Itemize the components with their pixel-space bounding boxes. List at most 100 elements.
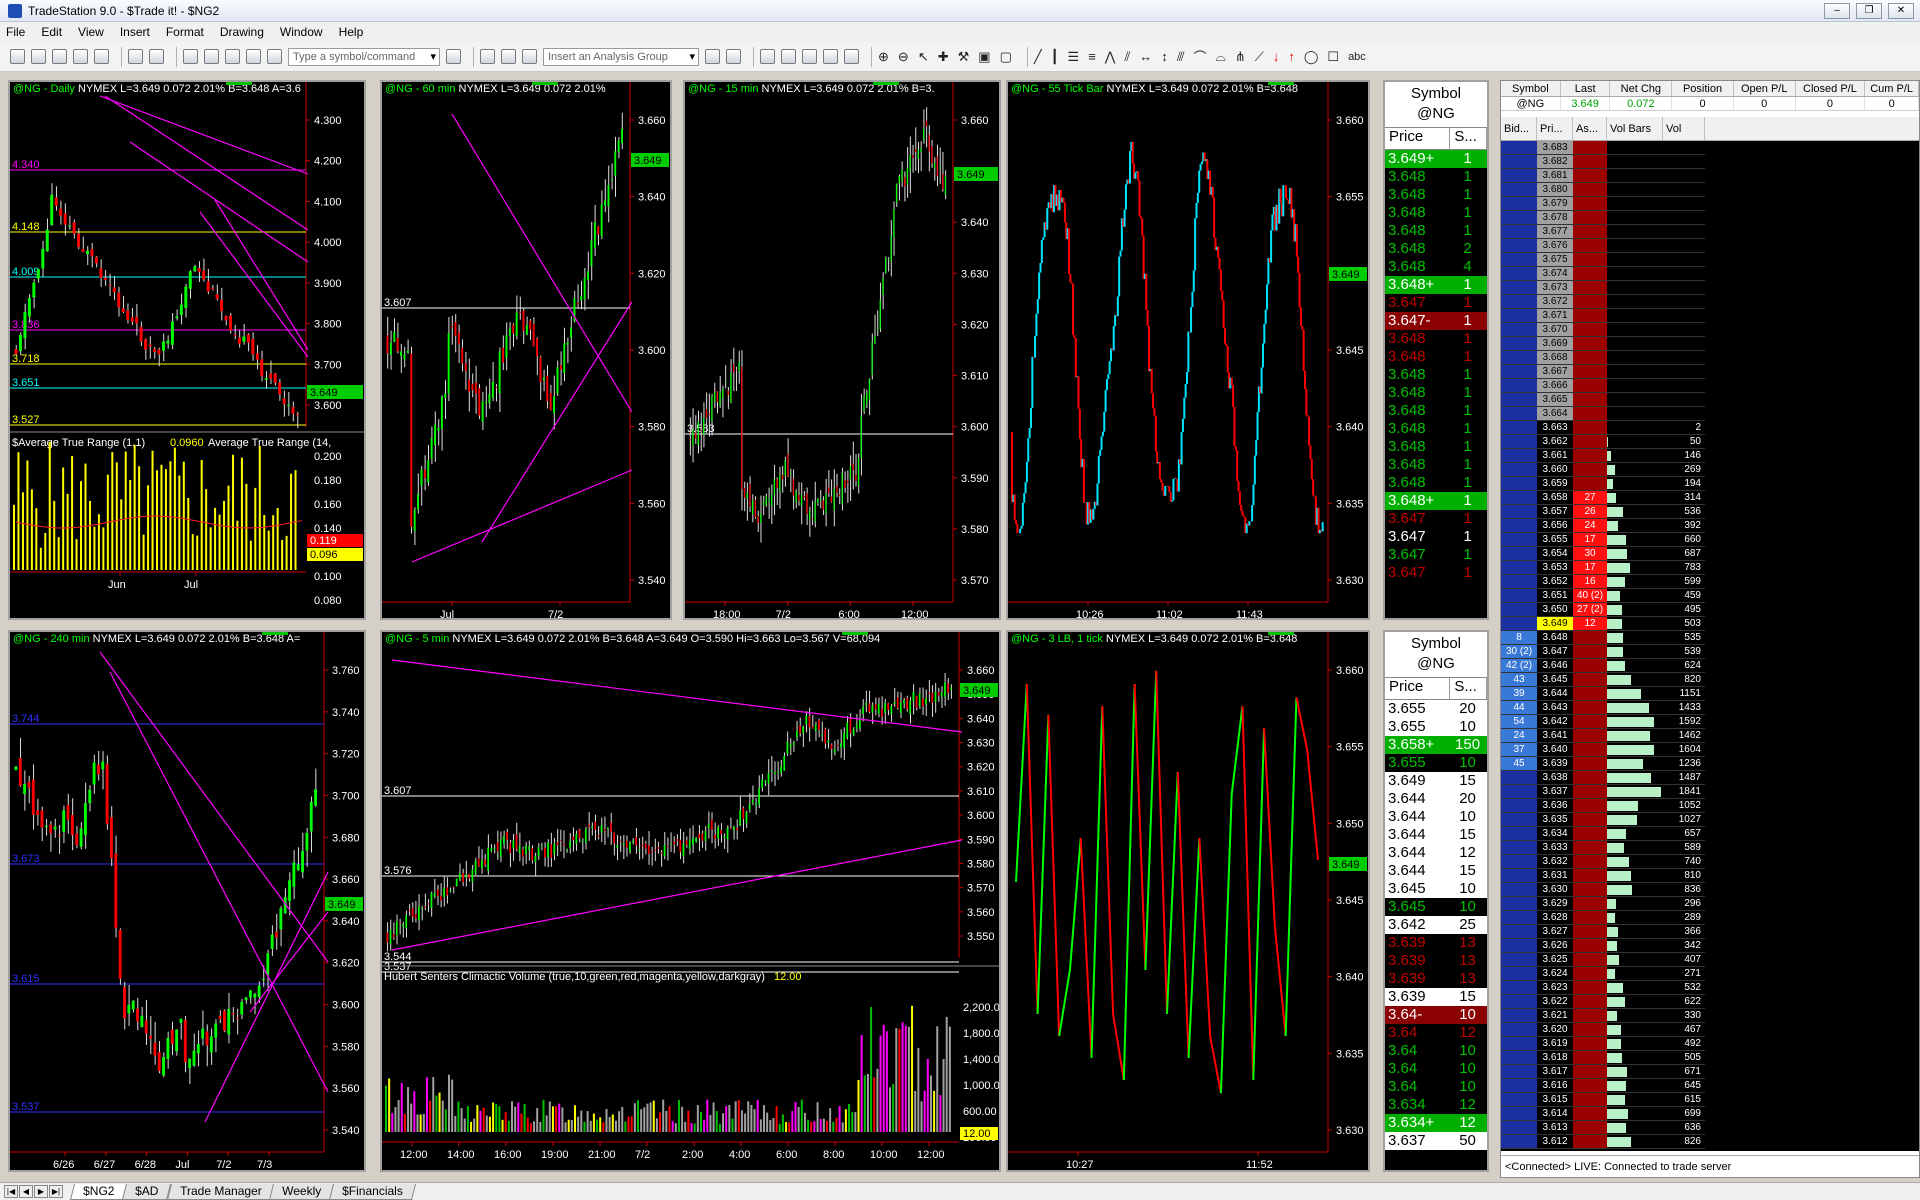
settings-icon[interactable]: [726, 49, 741, 64]
globe-icon[interactable]: [267, 49, 282, 64]
first-tab-button[interactable]: |◀: [4, 1185, 18, 1198]
ts-row[interactable]: 3.647 1: [1385, 510, 1487, 528]
ts-row[interactable]: 3.64 10: [1385, 1078, 1487, 1096]
ladder-row[interactable]: 39 3.644 1151: [1501, 687, 1919, 701]
save-all-icon[interactable]: [73, 49, 88, 64]
ts-row[interactable]: 3.648 1: [1385, 222, 1487, 240]
indicator-icon[interactable]: [760, 49, 775, 64]
bars-icon[interactable]: [501, 49, 516, 64]
menu-file[interactable]: File: [6, 25, 25, 39]
ladder-row[interactable]: 8 3.648 535: [1501, 631, 1919, 645]
ts-symbol[interactable]: @NG: [1385, 104, 1487, 124]
ts-row[interactable]: 3.655 10: [1385, 754, 1487, 772]
ladder-row[interactable]: 3.662 50: [1501, 435, 1919, 449]
ts-row[interactable]: 3.639 13: [1385, 970, 1487, 988]
chart-canvas[interactable]: 3.660 3.640 3.620 3.600 3.580 3.560 3.540 3.649…: [382, 82, 670, 618]
bar-color-icon[interactable]: [844, 49, 859, 64]
ladder-row[interactable]: 43 3.645 820: [1501, 673, 1919, 687]
new-file-icon[interactable]: [10, 49, 25, 64]
ladder-row[interactable]: 45 3.639 1236: [1501, 757, 1919, 771]
tab-financials[interactable]: $Financials: [329, 1183, 417, 1200]
ts-row[interactable]: 3.64 12: [1385, 1024, 1487, 1042]
ladder-row[interactable]: 3.672: [1501, 295, 1919, 309]
ts-row[interactable]: 3.647 1: [1385, 546, 1487, 564]
save-icon[interactable]: [52, 49, 67, 64]
ladder-row[interactable]: 3.615 615: [1501, 1093, 1919, 1107]
ts-row[interactable]: 3.645 10: [1385, 898, 1487, 916]
price-ladder[interactable]: 3.683 3.682 3.681 3.680 3.679 3.678 3.677 3.676…: [1501, 141, 1919, 1151]
trendline[interactable]: [204, 871, 329, 1123]
ladder-row[interactable]: 3.677: [1501, 225, 1919, 239]
ladder-row[interactable]: 3.620 467: [1501, 1023, 1919, 1037]
ts-row[interactable]: 3.642 25: [1385, 916, 1487, 934]
ladder-row[interactable]: 3.655 17 660: [1501, 533, 1919, 547]
ts-row[interactable]: 3.648 1: [1385, 330, 1487, 348]
ts-row[interactable]: 3.634+ 12: [1385, 1114, 1487, 1132]
pitchfork-icon[interactable]: ⋔: [1235, 49, 1246, 65]
ts-row[interactable]: 3.649+ 1: [1385, 150, 1487, 168]
ts-row[interactable]: 3.648 4: [1385, 258, 1487, 276]
horizontal-lines-icon[interactable]: ☰: [1068, 49, 1080, 65]
ts-col-price[interactable]: Price: [1385, 128, 1451, 149]
ladder-row[interactable]: 3.671: [1501, 309, 1919, 323]
ts-row[interactable]: 3.637 50: [1385, 1132, 1487, 1150]
ts-row[interactable]: 3.644 15: [1385, 862, 1487, 880]
trendline[interactable]: [129, 141, 309, 263]
prev-tab-button[interactable]: ◀: [19, 1185, 33, 1198]
search-icon[interactable]: [446, 49, 461, 64]
ladder-row[interactable]: 3.673: [1501, 281, 1919, 295]
horizontal-arrow-icon[interactable]: ↔: [1139, 49, 1152, 64]
ts-row[interactable]: 3.655 10: [1385, 718, 1487, 736]
menu-view[interactable]: View: [78, 25, 104, 39]
ladder-row[interactable]: 3.624 271: [1501, 967, 1919, 981]
chart-55tick[interactable]: @NG - 55 Tick Bar NYMEX L=3.649 0.072 2.…: [1006, 80, 1370, 620]
tab-ng2[interactable]: $NG2: [70, 1183, 128, 1200]
ladder-row[interactable]: 3.636 1052: [1501, 799, 1919, 813]
chart-canvas[interactable]: 3.6603.6553.6503.6453.6403.6353.6303.649…: [1008, 632, 1368, 1170]
ladder-row[interactable]: 3.626 342: [1501, 939, 1919, 953]
ladder-row[interactable]: 3.613 636: [1501, 1121, 1919, 1135]
chart-canvas[interactable]: 3.6603.6503.6403.6303.6203.6103.6003.590…: [685, 82, 999, 618]
ladder-row[interactable]: 3.616 645: [1501, 1079, 1919, 1093]
cycle-icon[interactable]: ⌓: [1216, 49, 1226, 65]
ladder-row[interactable]: 3.638 1487: [1501, 771, 1919, 785]
ladder-row[interactable]: 3.635 1027: [1501, 813, 1919, 827]
channel-icon[interactable]: ≡: [1088, 49, 1096, 64]
ladder-row[interactable]: 3.654 30 687: [1501, 547, 1919, 561]
candle-color-icon[interactable]: [823, 49, 838, 64]
chart-canvas[interactable]: 3.6603.6553.6503.6453.6403.6353.6303.649…: [1008, 82, 1368, 618]
chart-3lb[interactable]: @NG - 3 LB, 1 tick NYMEX L=3.649 0.072 2…: [1006, 630, 1370, 1172]
refresh-icon[interactable]: [705, 49, 720, 64]
ladder-row[interactable]: 3.664: [1501, 407, 1919, 421]
folder-icon[interactable]: [94, 49, 109, 64]
maximize-button[interactable]: ❐: [1856, 3, 1882, 19]
ts-row[interactable]: 3.647 1: [1385, 294, 1487, 312]
open-folder-icon[interactable]: [31, 49, 46, 64]
ts-row[interactable]: 3.64 10: [1385, 1060, 1487, 1078]
trendline[interactable]: [109, 671, 329, 1093]
chart-5min[interactable]: @NG - 5 min NYMEX L=3.649 0.072 2.01% B=…: [380, 630, 1001, 1172]
ladder-row[interactable]: 3.623 532: [1501, 981, 1919, 995]
chart-240min[interactable]: @NG - 240 min NYMEX L=3.649 0.072 2.01% …: [8, 630, 366, 1172]
menu-help[interactable]: Help: [339, 25, 364, 39]
ellipse-icon[interactable]: ◯: [1304, 49, 1319, 65]
ladder-row[interactable]: 3.669: [1501, 337, 1919, 351]
trendline-icon[interactable]: ╱: [1034, 49, 1042, 65]
ladder-row[interactable]: 37 3.640 1604: [1501, 743, 1919, 757]
pointer-icon[interactable]: ↖: [918, 49, 929, 65]
ladder-row[interactable]: 3.614 699: [1501, 1107, 1919, 1121]
lock-icon[interactable]: [225, 49, 240, 64]
ladder-row[interactable]: 3.678: [1501, 211, 1919, 225]
ladder-row[interactable]: 3.622 622: [1501, 995, 1919, 1009]
ts-row[interactable]: 3.648 1: [1385, 456, 1487, 474]
ladder-row[interactable]: 3.681: [1501, 169, 1919, 183]
ts-row[interactable]: 3.648 1: [1385, 438, 1487, 456]
window-icon[interactable]: [183, 49, 198, 64]
ts-row[interactable]: 3.649 15: [1385, 772, 1487, 790]
ts-row[interactable]: 3.647- 1: [1385, 312, 1487, 330]
ladder-row[interactable]: 3.629 296: [1501, 897, 1919, 911]
ladder-row[interactable]: 3.618 505: [1501, 1051, 1919, 1065]
ts-row[interactable]: 3.648 1: [1385, 366, 1487, 384]
trendline[interactable]: [99, 651, 329, 963]
ts-row[interactable]: 3.644 12: [1385, 844, 1487, 862]
